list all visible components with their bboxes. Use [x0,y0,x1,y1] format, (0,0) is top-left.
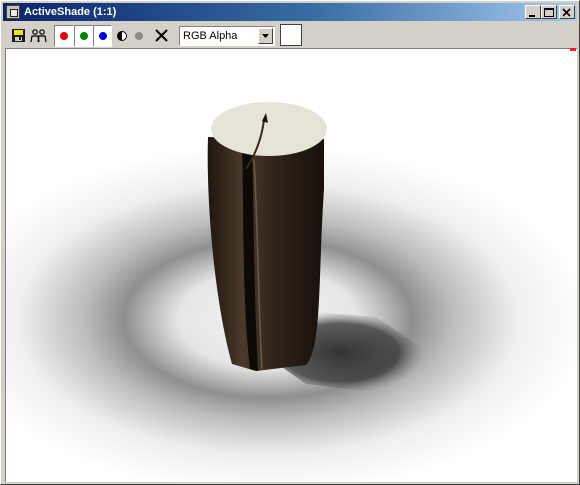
save-image-icon [12,29,25,42]
alpha-channel-button[interactable] [114,25,130,47]
monochrome-button[interactable] [131,25,147,47]
close-button[interactable] [559,5,575,19]
channel-select-value: RGB Alpha [183,30,238,42]
clone-window-icon [30,29,47,43]
activeshade-window: ActiveShade (1:1) RGB Alpha [0,0,580,485]
color-swatch[interactable] [280,24,302,46]
window-title: ActiveShade (1:1) [24,6,117,18]
toolbar: RGB Alpha [3,22,577,48]
channel-select-dropdown-button[interactable] [258,28,273,44]
render-viewport[interactable] [5,48,577,482]
channel-select[interactable]: RGB Alpha [179,26,275,46]
blue-channel-button[interactable] [93,25,112,47]
clear-icon [155,29,168,42]
render-progress-indicator [570,48,576,51]
save-image-button[interactable] [9,25,29,47]
green-channel-button[interactable] [74,25,93,47]
minimize-button[interactable] [525,5,541,19]
alpha-channel-icon [117,31,127,41]
maximize-button[interactable] [541,5,557,19]
title-bar[interactable]: ActiveShade (1:1) [3,3,577,21]
app-icon[interactable] [6,5,20,19]
maximize-icon [544,8,554,17]
red-channel-button[interactable] [54,25,74,47]
red-channel-icon [60,32,68,40]
clone-window-button[interactable] [29,25,49,47]
clear-button[interactable] [153,25,171,47]
blue-channel-icon [98,32,107,40]
chevron-down-icon [262,34,269,38]
rendered-scene [6,49,577,482]
close-icon [562,8,571,17]
green-channel-icon [79,32,88,40]
minimize-icon [529,15,535,17]
monochrome-icon [135,32,143,40]
